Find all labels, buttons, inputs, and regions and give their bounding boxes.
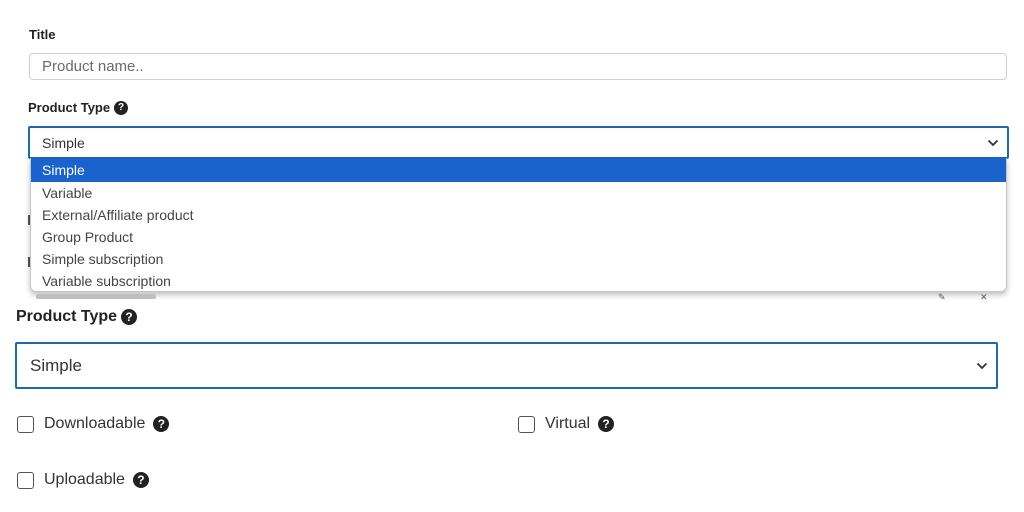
- virtual-option[interactable]: Virtual ?: [518, 415, 615, 433]
- product-type-label: Product Type ?: [28, 100, 129, 115]
- bottom-panel: Product Type ? Simple Downloadable ? Vir…: [0, 300, 1024, 512]
- product-type-select[interactable]: Simple: [28, 126, 1009, 159]
- chevron-down-icon: [976, 362, 988, 369]
- virtual-label: Virtual: [545, 415, 591, 432]
- obscured-text: [36, 294, 156, 299]
- downloadable-checkbox[interactable]: [17, 415, 34, 433]
- question-circle-icon[interactable]: ?: [132, 472, 149, 488]
- dropdown-option-simple-subscription[interactable]: Simple subscription: [31, 248, 1006, 270]
- product-type-selected-value-large: Simple: [30, 355, 82, 375]
- downloadable-option[interactable]: Downloadable ?: [17, 415, 170, 433]
- dropdown-option-simple[interactable]: Simple: [31, 158, 1006, 182]
- chevron-down-icon: [987, 139, 999, 146]
- title-label: Title: [29, 27, 56, 42]
- dropdown-option-variable[interactable]: Variable: [31, 182, 1006, 204]
- question-circle-icon[interactable]: ?: [153, 416, 170, 432]
- dropdown-option-variable-subscription[interactable]: Variable subscription: [31, 270, 1006, 291]
- title-label-text: Title: [29, 27, 56, 42]
- question-circle-icon[interactable]: ?: [114, 100, 129, 115]
- product-type-select-large[interactable]: Simple: [15, 342, 998, 389]
- dropdown-option-external-affiliate[interactable]: External/Affiliate product: [31, 204, 1006, 226]
- product-name-input[interactable]: [29, 53, 1007, 80]
- obscured-field-row: ✎ ✕: [28, 292, 1009, 300]
- edit-icon: ✎: [938, 292, 946, 300]
- product-type-selected-value: Simple: [42, 134, 85, 151]
- product-type-dropdown-list[interactable]: Simple Variable External/Affiliate produ…: [30, 158, 1007, 292]
- top-panel: Title Product Type ? Simple Simple Varia…: [0, 0, 1024, 300]
- dropdown-option-group-product[interactable]: Group Product: [31, 226, 1006, 248]
- uploadable-checkbox[interactable]: [17, 471, 34, 489]
- uploadable-label: Uploadable: [44, 471, 125, 488]
- virtual-checkbox[interactable]: [518, 415, 535, 433]
- product-type-label-large: Product Type ?: [16, 308, 138, 326]
- close-icon: ✕: [980, 292, 988, 300]
- question-circle-icon[interactable]: ?: [121, 309, 138, 325]
- product-type-label-text: Product Type: [28, 100, 111, 115]
- question-circle-icon[interactable]: ?: [598, 416, 615, 432]
- downloadable-label: Downloadable: [44, 415, 146, 432]
- product-type-label-large-text: Product Type: [16, 308, 118, 325]
- uploadable-option[interactable]: Uploadable ?: [17, 471, 149, 489]
